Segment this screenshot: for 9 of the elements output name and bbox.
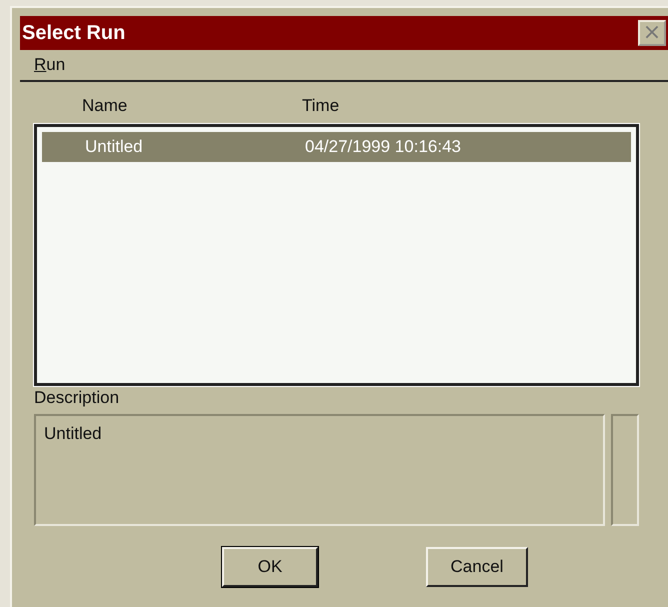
list-row[interactable]: Untitled 04/27/1999 10:16:43 bbox=[42, 132, 631, 162]
cancel-button[interactable]: Cancel bbox=[426, 547, 528, 587]
column-header: Name bbox=[82, 96, 128, 117]
menu-item[interactable]: Run bbox=[34, 55, 66, 75]
window-title: Select Run bbox=[22, 22, 126, 44]
column-header: Time bbox=[302, 96, 340, 117]
description-label: Description bbox=[33, 387, 120, 409]
description-field[interactable]: Untitled bbox=[34, 414, 605, 526]
ok-button[interactable]: OK bbox=[222, 547, 318, 587]
